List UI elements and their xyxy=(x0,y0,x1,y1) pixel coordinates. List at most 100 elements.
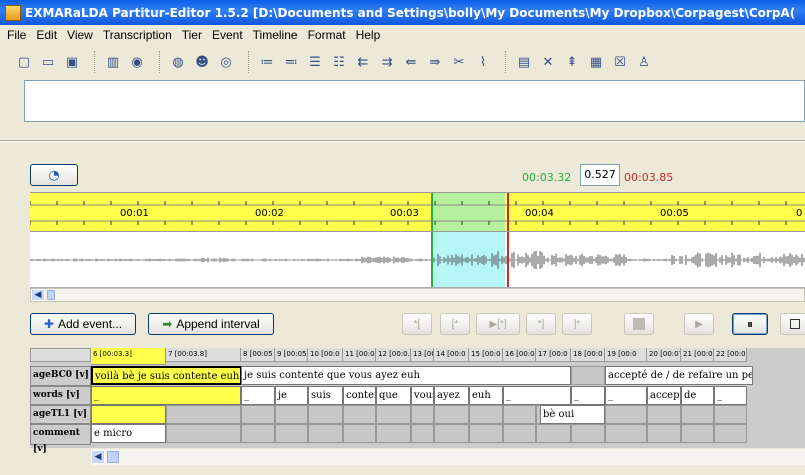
event-cell[interactable]: contente xyxy=(343,386,376,405)
tier-label-words[interactable]: words [v] xyxy=(30,386,91,405)
event-cell[interactable]: suis xyxy=(308,386,343,405)
empty-cell[interactable] xyxy=(714,424,747,443)
column-header[interactable]: 10 [00:0 xyxy=(308,348,343,362)
waveform[interactable] xyxy=(30,232,805,288)
empty-cell[interactable] xyxy=(275,424,308,443)
event-cell[interactable]: vous xyxy=(411,386,434,405)
empty-cell[interactable] xyxy=(376,405,411,424)
menu-event[interactable]: Event xyxy=(207,28,248,42)
scissors-icon[interactable]: ✂ xyxy=(449,52,469,72)
empty-cell[interactable] xyxy=(647,405,681,424)
empty-cell[interactable] xyxy=(376,424,411,443)
column-header[interactable]: 14 [00:0 xyxy=(434,348,469,362)
empty-cell[interactable] xyxy=(411,424,434,443)
format-icon[interactable]: ≕ xyxy=(281,52,301,72)
set-start-alt-button[interactable]: [* xyxy=(440,313,470,335)
merge-icon[interactable]: ☷ xyxy=(329,52,349,72)
column-header[interactable]: 16 [00:0 xyxy=(503,348,536,362)
empty-cell[interactable] xyxy=(308,405,343,424)
empty-cell[interactable] xyxy=(166,424,241,443)
set-end-alt-button[interactable]: ]* xyxy=(562,313,592,335)
empty-cell[interactable] xyxy=(166,405,241,424)
open-icon[interactable]: ▭ xyxy=(38,52,58,72)
event-cell[interactable]: _ xyxy=(503,386,571,405)
event-cell[interactable]: accepté de / de refaire un peu xyxy=(605,366,753,385)
time-ruler[interactable]: 00:01 00:02 00:03 00:04 00:05 0 xyxy=(30,192,805,232)
upload-icon[interactable]: ⇞ xyxy=(562,52,582,72)
delete-icon[interactable]: ⇉ xyxy=(377,52,397,72)
empty-cell[interactable] xyxy=(434,424,469,443)
scroll-thumb[interactable] xyxy=(107,451,119,463)
close-icon[interactable]: ✕ xyxy=(538,52,558,72)
timeline-icon[interactable]: ▤ xyxy=(514,52,534,72)
shift-right-icon[interactable]: ⇛ xyxy=(425,52,445,72)
event-cell[interactable]: _ xyxy=(91,386,241,405)
event-cell[interactable] xyxy=(571,366,605,385)
empty-cell[interactable] xyxy=(681,405,714,424)
empty-cell[interactable] xyxy=(275,405,308,424)
event-cell[interactable]: _ xyxy=(714,386,747,405)
empty-cell[interactable] xyxy=(241,405,275,424)
play-selection-button[interactable]: ▶[*] xyxy=(476,313,520,335)
event-cell[interactable]: je suis contente que vous ayez euh xyxy=(241,366,571,385)
user-icon[interactable]: ♙ xyxy=(634,52,654,72)
event-cell[interactable]: euh xyxy=(469,386,503,405)
presentation-icon[interactable]: ▥ xyxy=(103,52,123,72)
column-header[interactable]: 13 [00:0. xyxy=(411,348,434,362)
empty-cell[interactable] xyxy=(605,424,647,443)
new-icon[interactable]: ▢ xyxy=(14,52,34,72)
empty-cell[interactable] xyxy=(571,424,605,443)
empty-cell[interactable] xyxy=(503,405,536,424)
event-cell[interactable]: _ xyxy=(605,386,647,405)
empty-cell[interactable] xyxy=(536,424,571,443)
shift-left-icon[interactable]: ⇚ xyxy=(401,52,421,72)
event-cell[interactable]: voilà bè je suis contente euh xyxy=(91,366,242,385)
link-icon[interactable]: ≔ xyxy=(257,52,277,72)
event-cell[interactable]: que xyxy=(376,386,411,405)
remove-icon[interactable]: ☒ xyxy=(610,52,630,72)
stop-button[interactable] xyxy=(780,313,805,335)
empty-cell[interactable] xyxy=(434,405,469,424)
speakers-icon[interactable]: ☻ xyxy=(192,52,212,72)
menu-file[interactable]: File xyxy=(2,28,31,42)
empty-cell[interactable] xyxy=(469,424,503,443)
tier-icon[interactable]: ⌇ xyxy=(473,52,493,72)
insert-icon[interactable]: ⇇ xyxy=(353,52,373,72)
info-icon[interactable]: ◍ xyxy=(168,52,188,72)
empty-cell[interactable] xyxy=(503,424,536,443)
event-cell[interactable]: ayez xyxy=(434,386,469,405)
set-start-button[interactable]: *[ xyxy=(402,313,432,335)
column-header[interactable]: 21 [00:0 xyxy=(681,348,714,362)
split-icon[interactable]: ☰ xyxy=(305,52,325,72)
empty-cell[interactable] xyxy=(343,424,376,443)
tier-label-agetl1[interactable]: ageTL1 [v] xyxy=(30,405,91,424)
event-cell[interactable]: bè oui xyxy=(540,405,605,424)
empty-cell[interactable] xyxy=(343,405,376,424)
play-button[interactable]: ▶ xyxy=(684,313,714,335)
search-icon[interactable]: ◎ xyxy=(216,52,236,72)
tier-label-comment[interactable]: comment [v] xyxy=(30,424,91,454)
scroll-thumb[interactable] xyxy=(47,290,55,300)
empty-cell[interactable] xyxy=(714,405,747,424)
column-header[interactable]: 11 [00:05.3] xyxy=(343,348,376,362)
event-cell[interactable]: _ xyxy=(571,386,605,405)
column-header[interactable]: 18 [00:0 xyxy=(571,348,605,362)
save-icon[interactable]: ▣ xyxy=(62,52,82,72)
column-header[interactable]: 12 [00:0. xyxy=(376,348,411,362)
column-header[interactable]: 6 [00:03.3] xyxy=(91,348,166,365)
scroll-left-icon[interactable]: ◀ xyxy=(91,450,105,464)
empty-cell[interactable] xyxy=(681,424,714,443)
menu-view[interactable]: View xyxy=(62,28,98,42)
empty-cell[interactable] xyxy=(411,405,434,424)
column-header[interactable]: 15 [00:0 xyxy=(469,348,503,362)
column-header[interactable]: 22 [00:0 xyxy=(714,348,747,362)
event-cell[interactable]: _ xyxy=(241,386,275,405)
menu-transcription[interactable]: Transcription xyxy=(98,28,177,42)
scroll-left-icon[interactable]: ◀ xyxy=(31,289,45,301)
tier-label-agebc0[interactable]: ageBC0 [v] xyxy=(30,366,91,386)
menu-help[interactable]: Help xyxy=(351,28,386,42)
column-header[interactable]: 19 [00:0 xyxy=(605,348,647,362)
menu-format[interactable]: Format xyxy=(303,28,351,42)
loop-button[interactable] xyxy=(624,313,654,335)
play-icon[interactable]: ◔ xyxy=(30,164,78,186)
